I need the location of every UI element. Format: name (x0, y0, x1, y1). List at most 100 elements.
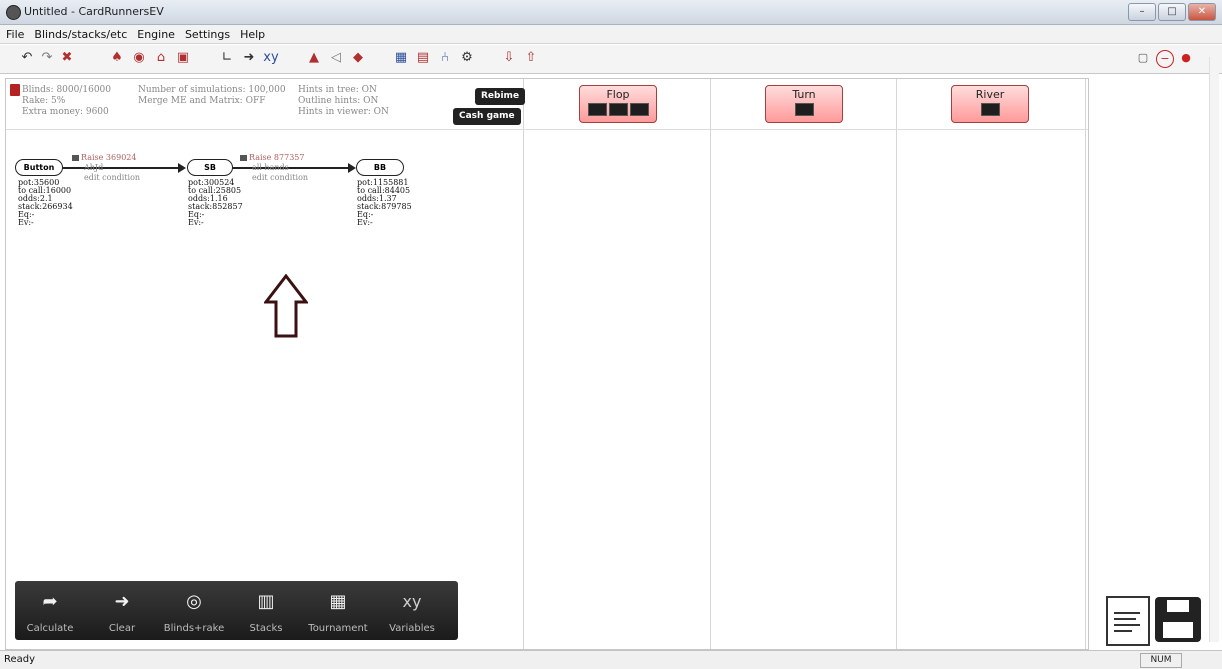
menu-engine[interactable]: Engine (137, 25, 175, 43)
xy-icon: xy (402, 592, 422, 611)
xy-toolbar-icon[interactable]: xy (262, 49, 280, 67)
action-2-header: Raise 877357 (249, 153, 305, 162)
action-1-edit-condition[interactable]: edit condition (84, 173, 140, 183)
action-2-edit-condition[interactable]: edit condition (252, 173, 308, 183)
stacks-label: Stacks (249, 623, 283, 634)
cash-game-button[interactable]: Cash game (453, 108, 521, 125)
turn-label: Turn (792, 88, 816, 101)
action-raise-1[interactable]: Raise 369024 AhJd edit condition (72, 153, 140, 183)
action-raise-2[interactable]: Raise 877357 all hands edit condition (240, 153, 308, 183)
stop-icon[interactable]: − (1156, 50, 1174, 68)
node-left-icon[interactable]: ◁ (327, 49, 345, 67)
node-sb-stats: pot:300524 to call:25805 odds:1.16 stack… (188, 179, 243, 227)
tournament-label: Tournament (308, 623, 368, 634)
import-icon[interactable]: ⇩ (500, 49, 518, 67)
info-document-icon (10, 84, 20, 96)
action-2-hands: all hands (252, 163, 289, 172)
rebime-button[interactable]: Rebime (475, 88, 526, 105)
menu-file[interactable]: File (6, 25, 24, 43)
preflop-separator (523, 79, 524, 649)
info-col-blinds: Blinds: 8000/16000 Rake: 5% Extra money:… (22, 85, 111, 118)
river-cards (952, 103, 1028, 116)
menu-settings[interactable]: Settings (185, 25, 230, 43)
tree-icon[interactable]: ⑃ (436, 49, 454, 67)
toolbar: ↶ ↷ ✖ ♠ ◉ ⌂ ▣ ∟ ➜ xy ▲ ◁ ◆ ▦ ▤ ⑃ ⚙ ⇩ ⇧ ▢… (0, 45, 1222, 74)
info-hints-viewer: Hints in viewer: ON (298, 107, 389, 117)
node-button[interactable]: Button (15, 159, 63, 176)
flop-card-2[interactable] (608, 103, 628, 116)
export-icon[interactable]: ⇧ (522, 49, 540, 67)
river-separator (1085, 79, 1086, 649)
header-separator (6, 129, 1088, 130)
tournament-button[interactable]: ▦ Tournament (303, 581, 373, 640)
info-outline-hints: Outline hints: ON (298, 96, 379, 106)
minimize-button[interactable]: – (1128, 3, 1156, 21)
grid-icon[interactable]: ▦ (392, 49, 410, 67)
report-document-icon[interactable] (1106, 596, 1150, 646)
delete-icon[interactable]: ✖ (58, 49, 76, 67)
turn-card[interactable] (794, 103, 814, 116)
title-bar: Untitled - CardRunnersEV – □ ✕ (0, 0, 1222, 25)
window-controls: – □ ✕ (1128, 3, 1216, 21)
chip-icon: ◎ (186, 591, 202, 612)
chart-icon[interactable]: ∟ (218, 49, 236, 67)
node-bb-stats: pot:1155881 to call:84405 odds:1.37 stac… (357, 179, 412, 227)
app-icon (6, 5, 21, 20)
flop-card-3[interactable] (629, 103, 649, 116)
undo-icon[interactable]: ↶ (18, 49, 36, 67)
node-sb[interactable]: SB (187, 159, 233, 176)
blinds-rake-button[interactable]: ◎ Blinds+rake (159, 581, 229, 640)
variables-button[interactable]: xy Variables (377, 581, 447, 640)
info-merge: Merge ME and Matrix: OFF (138, 96, 266, 106)
flop-cards (580, 103, 656, 116)
close-button[interactable]: ✕ (1188, 3, 1216, 21)
stack-icon: ▥ (257, 591, 275, 612)
redo-icon[interactable]: ↷ (38, 49, 56, 67)
menu-blinds-stacks[interactable]: Blinds/stacks/etc (34, 25, 127, 43)
flop-street[interactable]: Flop (579, 85, 657, 123)
river-card[interactable] (980, 103, 1000, 116)
node-up-icon[interactable]: ▲ (305, 49, 323, 67)
turn-street[interactable]: Turn (765, 85, 843, 123)
settings-icon[interactable]: ⚙ (458, 49, 476, 67)
node-right-icon[interactable]: ◆ (349, 49, 367, 67)
house-icon[interactable]: ⌂ (152, 49, 170, 67)
document-icon[interactable]: ▢ (1135, 50, 1151, 66)
info-blinds: Blinds: 8000/16000 (22, 85, 112, 95)
table-icon[interactable]: ▤ (414, 49, 432, 67)
hand-range-icon[interactable]: ♠ (108, 49, 126, 67)
copy-range-icon[interactable]: ▣ (174, 49, 192, 67)
calculator-arrow-icon: ➦ (42, 591, 58, 612)
clear-label: Clear (108, 623, 136, 634)
flop-label: Flop (606, 88, 630, 101)
clear-button[interactable]: ➜ Clear (87, 581, 157, 640)
action-icon (240, 155, 247, 161)
status-text: Ready (4, 654, 36, 665)
num-lock-indicator: NUM (1140, 653, 1182, 668)
vertical-scrollbar[interactable] (1209, 57, 1219, 642)
info-col-hints: Hints in tree: ON Outline hints: ON Hint… (298, 85, 389, 118)
edge-arrowhead-1 (178, 163, 186, 173)
chip-icon[interactable]: ◉ (130, 49, 148, 67)
stacks-button[interactable]: ▥ Stacks (231, 581, 301, 640)
help-icon[interactable]: ● (1178, 50, 1194, 66)
tree-workspace: Blinds: 8000/16000 Rake: 5% Extra money:… (5, 78, 1089, 650)
status-bar: Ready NUM (0, 650, 1222, 669)
save-disk-icon[interactable] (1155, 597, 1201, 642)
tournament-icon: ▦ (329, 591, 347, 612)
calculate-button[interactable]: ➦ Calculate (15, 581, 85, 640)
go-icon[interactable]: ➜ (240, 49, 258, 67)
maximize-button[interactable]: □ (1158, 3, 1186, 21)
flop-separator (710, 79, 711, 649)
variables-label: Variables (389, 623, 435, 634)
menu-bar: File Blinds/stacks/etc Engine Settings H… (0, 25, 1222, 44)
menu-help[interactable]: Help (240, 25, 265, 43)
info-col-simulations: Number of simulations: 100,000 Merge ME … (138, 85, 286, 107)
turn-separator (896, 79, 897, 649)
river-street[interactable]: River (951, 85, 1029, 123)
up-arrow-annotation-icon (264, 274, 308, 338)
flop-card-1[interactable] (587, 103, 607, 116)
info-hints-tree: Hints in tree: ON (298, 85, 377, 95)
node-button-stats: pot:35600 to call:16000 odds:2.1 stack:2… (18, 179, 73, 227)
node-bb[interactable]: BB (356, 159, 404, 176)
